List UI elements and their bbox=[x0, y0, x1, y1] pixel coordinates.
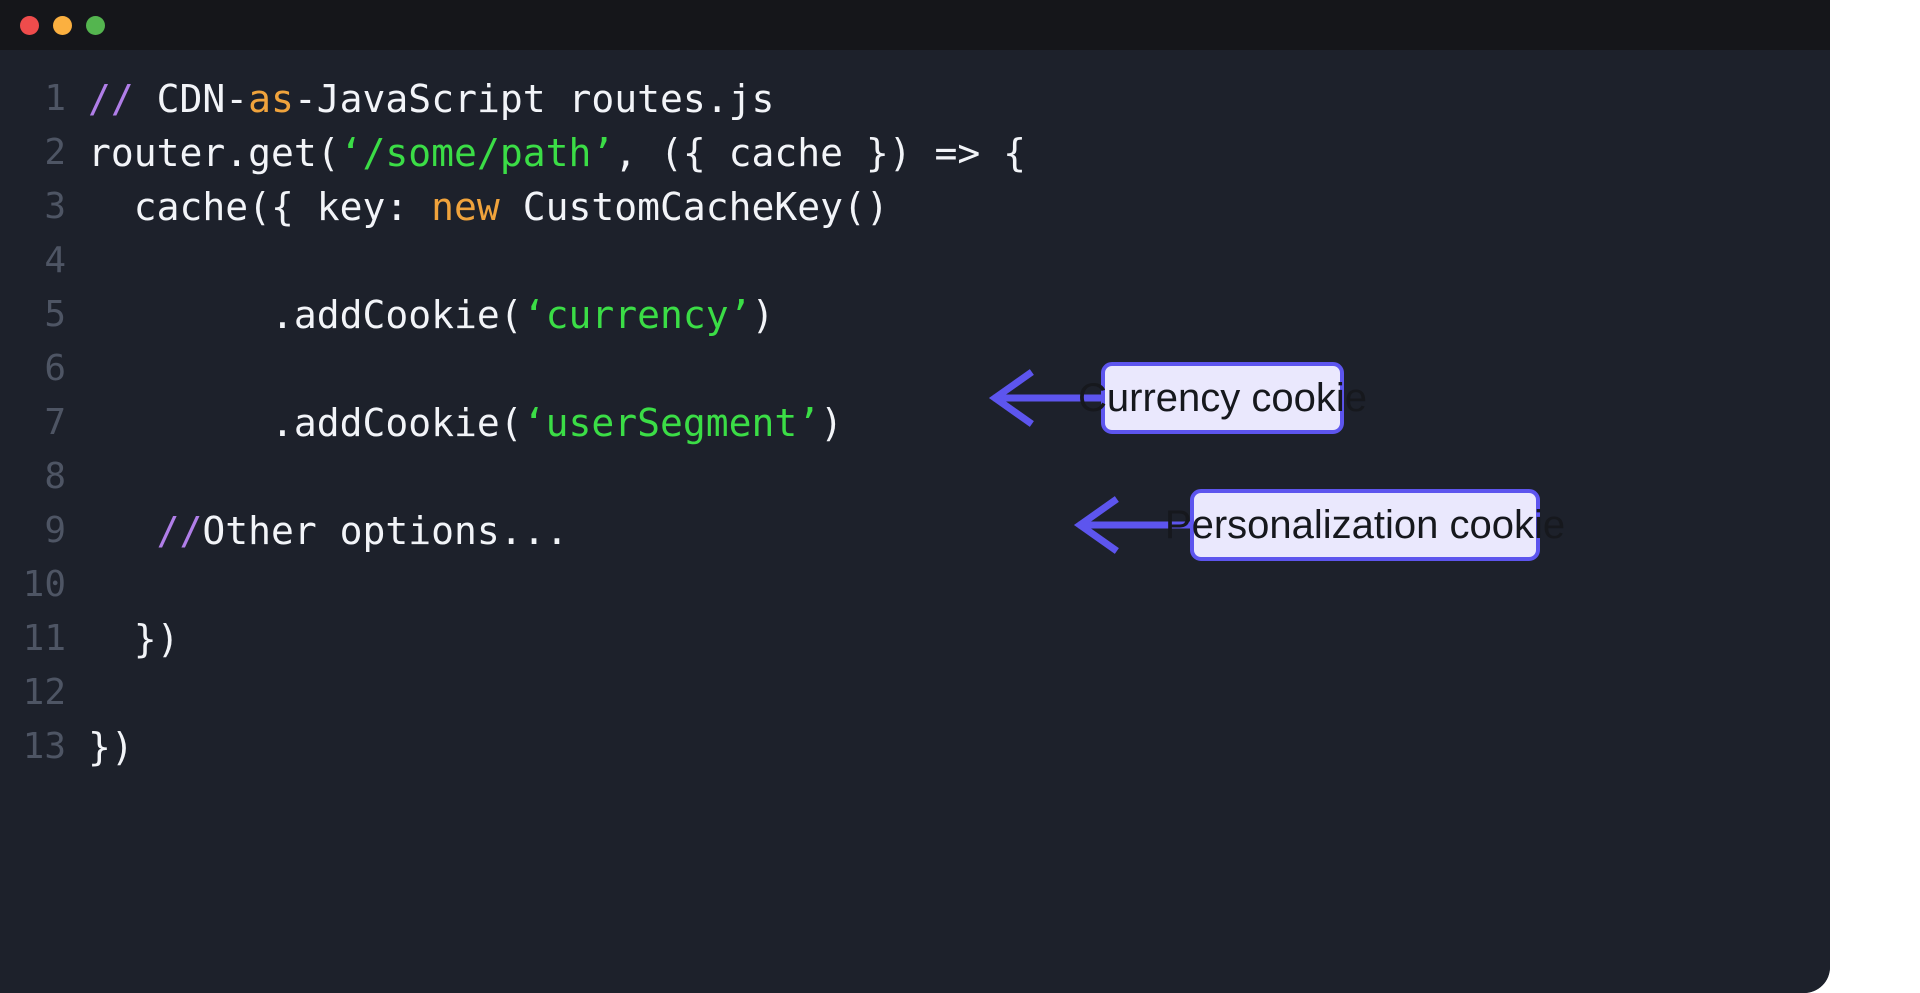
code-line: 1 // CDN-as-JavaScript routes.js bbox=[0, 72, 1830, 126]
line-content: //Other options... bbox=[88, 504, 569, 558]
window-titlebar bbox=[0, 0, 1830, 50]
code-line: 8 bbox=[0, 450, 1830, 504]
code-token-string: ‘currency’ bbox=[522, 293, 752, 337]
code-line: 11 }) bbox=[0, 612, 1830, 666]
line-number: 2 bbox=[44, 132, 66, 173]
line-content: router.get(‘/some/path’, ({ cache }) => … bbox=[88, 126, 1026, 180]
callout-personalization-label: Personalization cookie bbox=[1164, 503, 1566, 547]
code-window: 1 // CDN-as-JavaScript routes.js 2 router.g… bbox=[0, 0, 1830, 993]
code-line: 3 cache({ key: new CustomCacheKey() bbox=[0, 180, 1830, 234]
code-line: 5 .addCookie(‘currency’) bbox=[0, 288, 1830, 342]
callout-personalization-cookie: Personalization cookie bbox=[1165, 489, 1565, 561]
line-number: 11 bbox=[22, 618, 66, 659]
line-number: 13 bbox=[22, 726, 66, 767]
code-token-plain: CustomCacheKey() bbox=[499, 185, 889, 229]
code-token-comment: // bbox=[88, 509, 203, 553]
line-content: .addCookie(‘userSegment’) bbox=[88, 396, 843, 450]
code-token-plain: }) bbox=[88, 617, 180, 661]
code-token-plain: Other options... bbox=[202, 509, 569, 553]
line-number: 1 bbox=[44, 78, 66, 119]
line-content: .addCookie(‘currency’) bbox=[88, 288, 774, 342]
code-token-string: ‘/some/path’ bbox=[339, 131, 615, 175]
code-token-plain: ) bbox=[820, 401, 843, 445]
code-line: 13}) bbox=[0, 720, 1830, 774]
maximize-button-icon[interactable] bbox=[86, 16, 105, 35]
code-token-plain: .addCookie( bbox=[88, 293, 523, 337]
line-number: 7 bbox=[44, 402, 66, 443]
code-token-plain: , ({ cache }) => { bbox=[614, 131, 1027, 175]
line-number: 4 bbox=[44, 240, 66, 281]
line-number: 9 bbox=[44, 510, 66, 551]
code-line: 2 router.get(‘/some/path’, ({ cache }) =>… bbox=[0, 126, 1830, 180]
line-number: 5 bbox=[44, 294, 66, 335]
code-token-plain: CDN- bbox=[156, 77, 249, 121]
callout-currency-cookie: Currency cookie bbox=[1078, 362, 1367, 434]
code-line: 6 bbox=[0, 342, 1830, 396]
code-token-plain: }) bbox=[88, 725, 134, 769]
line-number: 12 bbox=[22, 672, 66, 713]
line-content: cache({ key: new CustomCacheKey() bbox=[88, 180, 889, 234]
code-token-plain: .addCookie( bbox=[88, 401, 523, 445]
code-line: 7 .addCookie(‘userSegment’) bbox=[0, 396, 1830, 450]
screenshot-root: 1 // CDN-as-JavaScript routes.js 2 router.g… bbox=[0, 0, 1920, 993]
line-number: 8 bbox=[44, 456, 66, 497]
code-token-plain: cache({ key: bbox=[88, 185, 432, 229]
line-content: }) bbox=[88, 612, 180, 666]
minimize-button-icon[interactable] bbox=[53, 16, 72, 35]
code-token-string: ‘userSegment’ bbox=[522, 401, 821, 445]
line-number: 3 bbox=[44, 186, 66, 227]
callout-currency-label: Currency cookie bbox=[1078, 376, 1368, 420]
code-line: 10 bbox=[0, 558, 1830, 612]
line-number: 10 bbox=[22, 564, 66, 605]
code-token-keyword: new bbox=[431, 185, 500, 229]
line-content: }) bbox=[88, 720, 134, 774]
line-content: // CDN-as-JavaScript routes.js bbox=[88, 72, 774, 126]
code-token-plain: -JavaScript routes.js bbox=[293, 77, 775, 121]
code-token-plain: ) bbox=[751, 293, 775, 337]
code-token-plain: router.get( bbox=[88, 131, 340, 175]
code-token-comment: // bbox=[88, 77, 157, 121]
close-button-icon[interactable] bbox=[20, 16, 39, 35]
window-controls bbox=[20, 16, 105, 35]
code-line: 12 bbox=[0, 666, 1830, 720]
line-number: 6 bbox=[44, 348, 66, 389]
code-token-keyword: as bbox=[248, 77, 294, 121]
code-line: 4 bbox=[0, 234, 1830, 288]
